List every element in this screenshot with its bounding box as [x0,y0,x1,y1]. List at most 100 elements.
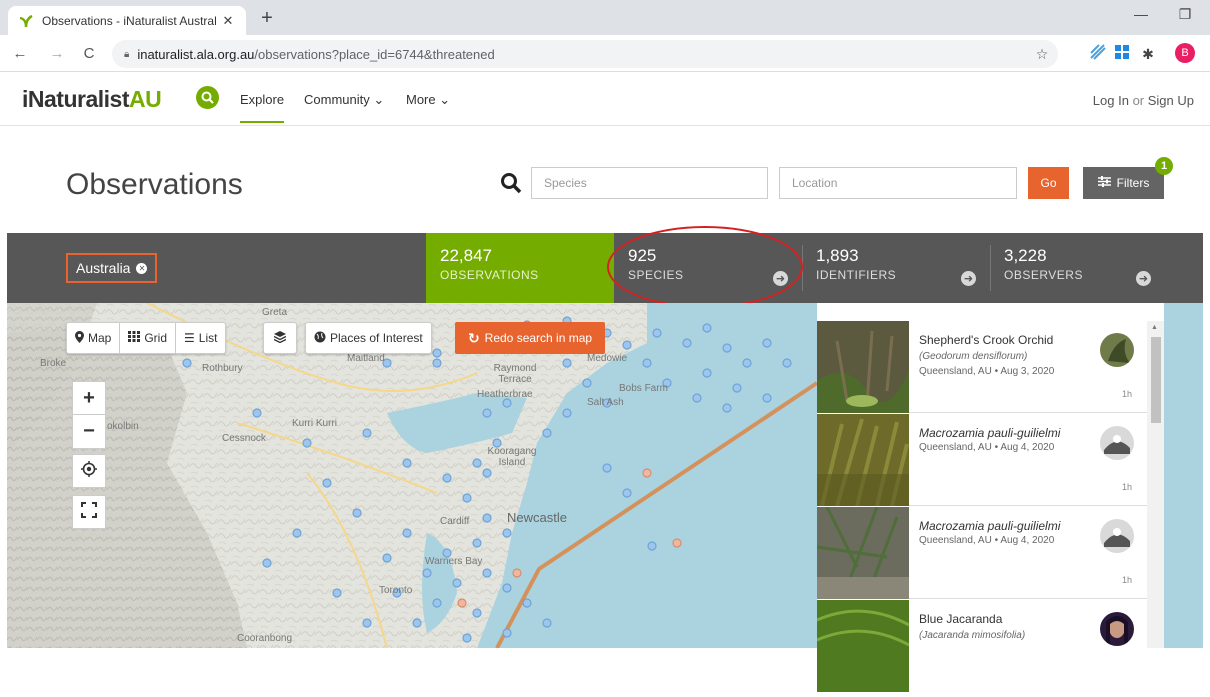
stat-observers[interactable]: 3,228 OBSERVERS ➜ [990,233,1165,303]
redo-search-button[interactable]: ↻ Redo search in map [455,322,605,354]
observation-age: 1h [1121,389,1132,399]
observation-common-name[interactable]: Blue Jacaranda [919,612,1002,626]
search-icon [500,172,522,194]
map-pin-icon [75,330,84,346]
observation-row[interactable]: Macrozamia pauli-guilielmi Queensland, A… [817,414,1147,507]
restore-window-icon[interactable]: ❐ [1172,6,1198,28]
or-text: or [1128,93,1148,108]
filters-count-badge: 1 [1155,157,1173,175]
zoom-in-button[interactable]: + [73,382,105,415]
species-label: SPECIES [628,268,684,282]
filters-button[interactable]: Filters [1083,167,1164,199]
list-scrollbar[interactable]: ▲ [1147,321,1164,648]
place-chip[interactable]: Australia ✕ [66,253,158,283]
bookmark-star-icon[interactable]: ☆ [1032,44,1052,64]
puzzle-extensions-icon[interactable]: ✱ [1138,44,1158,64]
observation-scientific-name: (Jacaranda mimosifolia) [919,630,1026,641]
observations-label: OBSERVATIONS [440,268,539,282]
identifiers-arrow-icon: ➜ [961,271,976,286]
observation-photo[interactable] [817,321,909,413]
header-search-icon[interactable] [196,86,219,109]
stat-observations[interactable]: 22,847 OBSERVATIONS [426,233,614,303]
page-title: Observations [66,168,243,201]
grid-view-button[interactable]: Grid [120,323,177,353]
observers-arrow-icon: ➜ [1136,271,1151,286]
observation-common-name[interactable]: Shepherd's Crook Orchid [919,333,1053,347]
stat-species[interactable]: 925 SPECIES ➜ [614,233,802,303]
browser-address-bar: ← → C 🔒︎ inaturalist.ala.org.au /observa… [0,35,1210,72]
observation-photo[interactable] [816,506,909,599]
user-avatar[interactable] [1100,333,1134,367]
minimize-window-icon[interactable]: — [1128,6,1154,28]
map-label: Salt Ash [587,397,624,408]
observation-row[interactable]: Blue Jacaranda (Jacaranda mimosifolia) [816,600,1147,692]
forward-arrow-icon[interactable]: → [47,44,67,64]
map-view-button[interactable]: Map [67,323,121,353]
stats-bar: Australia ✕ 22,847 OBSERVATIONS 925 SPEC… [7,233,1203,303]
identifiers-label: IDENTIFIERS [816,268,897,282]
map-label: Toronto [379,585,413,596]
signup-link[interactable]: Sign Up [1148,93,1194,108]
location-input[interactable]: Location [779,167,1017,199]
globe-icon [314,331,326,346]
nav-explore[interactable]: Explore [240,92,285,123]
windows-extension-icon[interactable] [1112,44,1132,64]
browser-tab[interactable]: Observations - iNaturalist Austral ✕ [8,6,246,35]
observations-map[interactable]: Greta Rothbury Maitland Broke okolbin Ku… [7,303,817,648]
back-arrow-icon[interactable]: ← [10,44,30,64]
url-field[interactable]: 🔒︎ inaturalist.ala.org.au /observations?… [112,40,1058,68]
map-layers-button[interactable] [263,322,297,354]
new-tab-button[interactable]: + [256,7,278,29]
map-label: Maitland [347,353,385,364]
scrollbar-thumb[interactable] [1151,337,1161,423]
nav-community[interactable]: Community ⌄ [304,92,384,108]
map-label: Warners Bay [425,556,483,567]
observation-photo[interactable] [816,600,910,692]
species-count: 925 [628,246,657,265]
remove-place-icon[interactable]: ✕ [136,262,148,274]
map-label: Cardiff [440,516,470,527]
map-view-toggle: Map Grid ☰ List [66,322,227,354]
list-view-button[interactable]: ☰ List [176,323,225,353]
user-avatar[interactable] [1100,426,1134,460]
observation-age: 1h [1121,482,1132,492]
map-label: Rothbury [202,363,243,374]
species-input[interactable]: Species [531,167,768,199]
grid-view-label: Grid [144,331,168,345]
locate-button[interactable] [72,454,106,488]
user-avatar[interactable] [1100,612,1134,646]
observation-photo[interactable] [817,414,909,507]
stat-identifiers[interactable]: 1,893 IDENTIFIERS ➜ [802,233,990,303]
inaturalist-au-logo[interactable]: iNaturalistAU [22,86,162,113]
observation-common-name[interactable]: Macrozamia pauli-guilielmi [919,519,1060,533]
map-label: Medowie [587,353,628,364]
go-button[interactable]: Go [1028,167,1069,199]
layers-icon [273,330,287,346]
extension-stripes-icon[interactable] [1088,44,1108,64]
observation-common-name[interactable]: Macrozamia pauli-guilielmi [919,426,1060,440]
fullscreen-button[interactable] [72,495,106,529]
observers-count: 3,228 [1004,246,1047,265]
tab-close-icon[interactable]: ✕ [220,13,236,29]
observation-meta: Queensland, AU • Aug 4, 2020 [919,535,1055,546]
user-avatar[interactable] [1100,519,1134,553]
map-label: Kurri Kurri [292,418,338,429]
observation-age: 1h [1121,575,1132,585]
observation-row[interactable]: Macrozamia pauli-guilielmi Queensland, A… [816,506,1147,599]
scroll-up-icon[interactable]: ▲ [1151,324,1158,331]
places-of-interest-button[interactable]: Places of Interest [305,322,432,354]
map-label: Broke [40,358,67,369]
reload-icon[interactable]: C [79,44,99,64]
observation-meta: Queensland, AU • Aug 3, 2020 [919,366,1055,377]
zoom-out-button[interactable]: − [73,415,105,448]
profile-avatar[interactable]: B [1175,43,1195,63]
login-link[interactable]: Log In [1093,93,1129,108]
map-label: Cessnock [222,433,266,444]
nav-more[interactable]: More ⌄ [406,92,450,108]
observers-label: OBSERVERS [1004,268,1083,282]
logo-text: iNaturalist [22,86,129,112]
map-edge [1164,303,1203,648]
fullscreen-icon [81,501,97,523]
observation-row[interactable]: Shepherd's Crook Orchid (Geodorum densif… [817,321,1147,413]
url-host: inaturalist.ala.org.au [137,46,255,62]
